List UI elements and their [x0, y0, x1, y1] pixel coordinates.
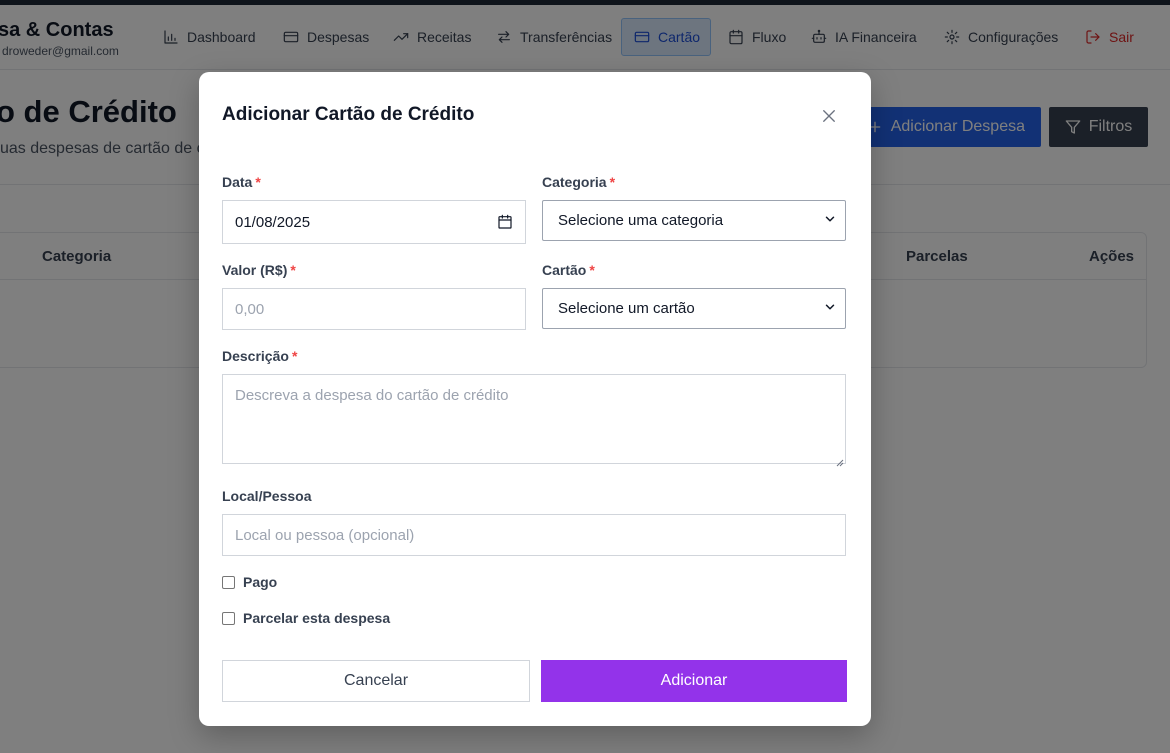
description-label-text: Descrição — [222, 348, 289, 364]
date-label: Data * — [222, 174, 261, 190]
required-mark: * — [609, 174, 616, 190]
card-label-text: Cartão — [542, 262, 587, 278]
amount-label: Valor (R$) * — [222, 262, 296, 278]
required-mark: * — [255, 174, 261, 190]
cancel-button[interactable]: Cancelar — [222, 660, 530, 702]
chevron-down-icon — [823, 300, 837, 318]
required-mark: * — [589, 262, 595, 278]
paid-checkbox[interactable] — [222, 575, 235, 589]
date-input[interactable]: 01/08/2025 — [222, 200, 526, 244]
resize-grip-icon[interactable] — [836, 454, 844, 467]
amount-label-text: Valor (R$) — [222, 262, 288, 278]
description-placeholder: Descreva a despesa do cartão de crédito — [235, 387, 509, 404]
category-label: Categoria * — [542, 174, 615, 190]
chevron-down-icon — [823, 212, 837, 230]
place-label: Local/Pessoa — [222, 488, 312, 504]
required-mark: * — [291, 348, 298, 364]
paid-label: Pago — [243, 574, 278, 590]
required-mark: * — [290, 262, 296, 278]
place-input[interactable]: Local ou pessoa (opcional) — [222, 514, 846, 556]
description-label: Descrição * — [222, 348, 297, 364]
date-value: 01/08/2025 — [235, 213, 311, 231]
category-select[interactable]: Selecione uma categoria — [542, 200, 846, 241]
close-icon — [823, 110, 835, 122]
card-select[interactable]: Selecione um cartão — [542, 288, 846, 329]
card-selected: Selecione um cartão — [558, 300, 695, 317]
amount-placeholder: 0,00 — [235, 300, 265, 318]
modal-title: Adicionar Cartão de Crédito — [222, 104, 475, 125]
calendar-icon[interactable] — [497, 214, 513, 230]
amount-input[interactable]: 0,00 — [222, 288, 526, 330]
submit-button[interactable]: Adicionar — [541, 660, 847, 702]
date-label-text: Data — [222, 174, 253, 190]
category-label-text: Categoria — [542, 174, 607, 190]
close-button[interactable] — [817, 104, 841, 128]
installments-checkbox-row[interactable]: Parcelar esta despesa — [222, 610, 390, 626]
card-label: Cartão * — [542, 262, 595, 278]
category-selected: Selecione uma categoria — [558, 212, 724, 229]
add-credit-card-modal: Adicionar Cartão de Crédito Data * 01/08/… — [199, 72, 871, 726]
place-placeholder: Local ou pessoa (opcional) — [235, 526, 415, 544]
description-textarea[interactable]: Descreva a despesa do cartão de crédito — [222, 374, 846, 467]
installments-label: Parcelar esta despesa — [243, 610, 391, 626]
paid-checkbox-row[interactable]: Pago — [222, 574, 277, 590]
installments-checkbox[interactable] — [222, 611, 235, 625]
